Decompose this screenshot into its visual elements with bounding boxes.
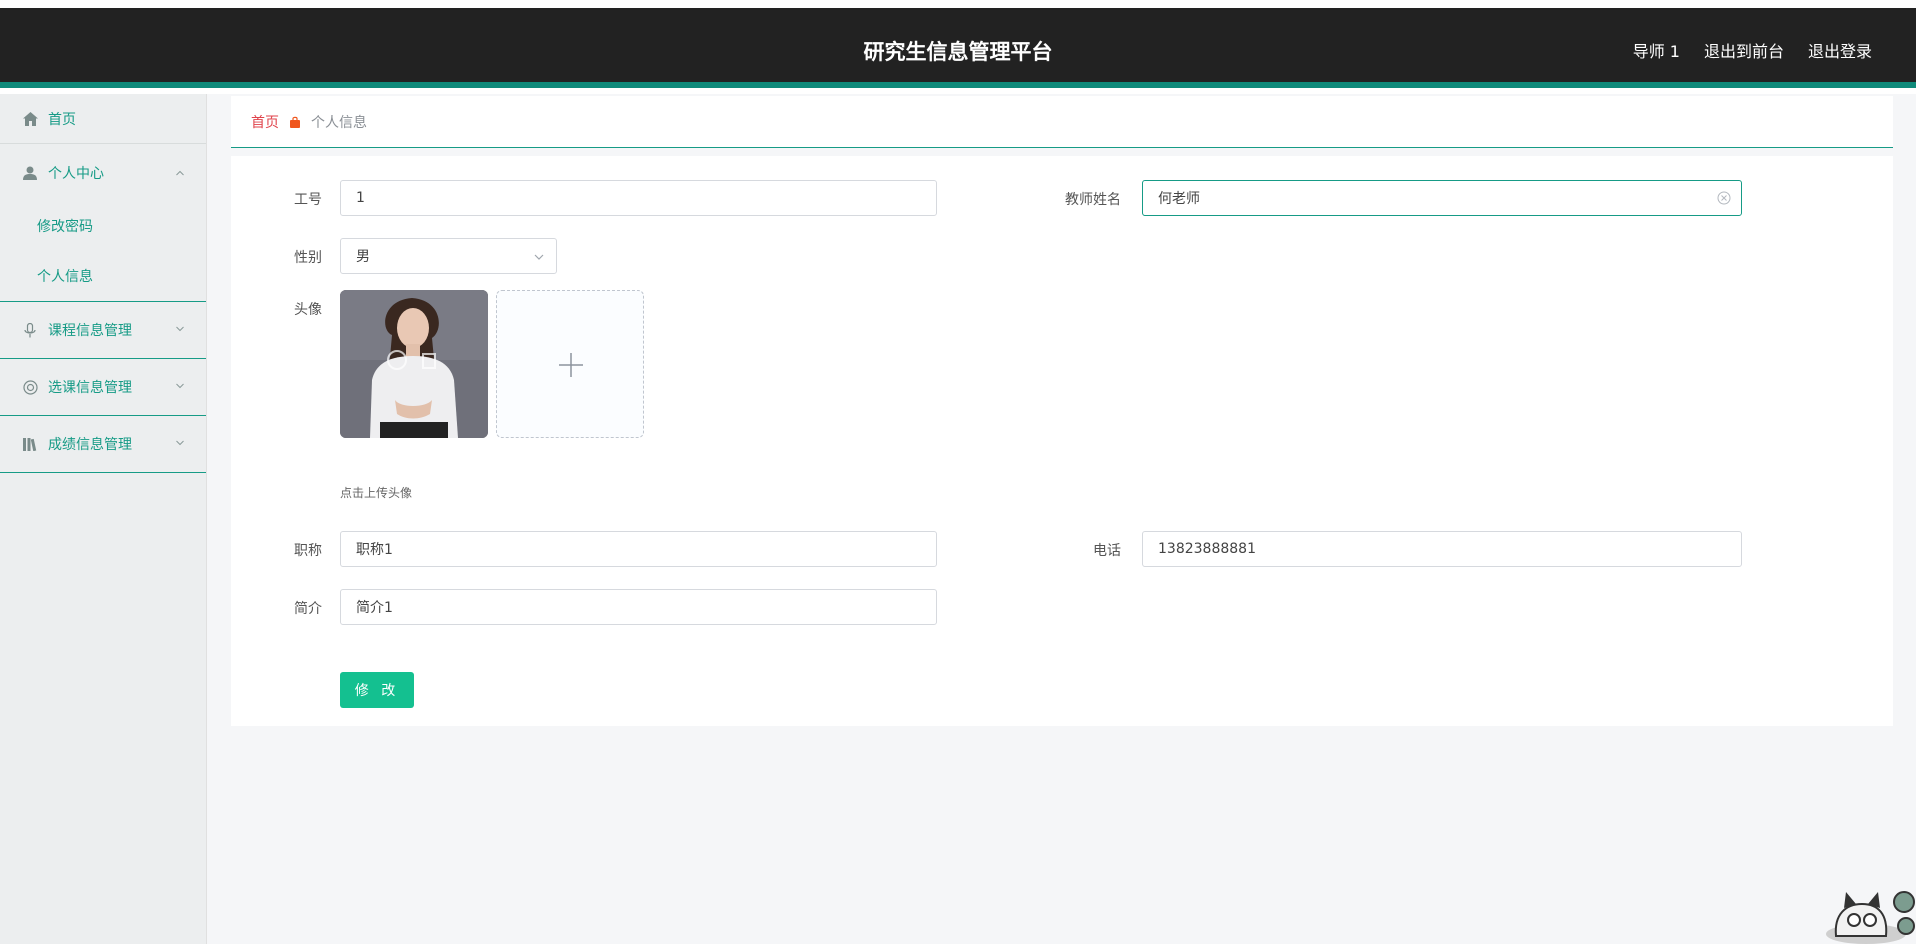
app-title: 研究生信息管理平台 [863,40,1053,64]
gender-value: 男 [356,249,370,265]
user-icon [22,165,38,181]
phone-label: 电话 [1093,543,1121,559]
gender-select[interactable]: 男 [340,238,557,274]
breadcrumb: 首页 个人信息 [231,96,1893,148]
chevron-down-icon [176,440,184,446]
intro-label: 简介 [294,601,322,617]
sidebar-item-label: 首页 [48,111,76,128]
sidebar-item-label: 成绩信息管理 [48,437,132,453]
cat-mascot-icon[interactable] [1806,874,1916,944]
work-id-field[interactable]: 1 [340,180,937,216]
phone-value: 13823888881 [1158,541,1256,557]
sidebar-item-selection-mgmt[interactable]: 选课信息管理 [0,359,206,416]
work-id-value: 1 [356,190,365,206]
teacher-photo [340,290,488,438]
teacher-name-label: 教师姓名 [1065,192,1121,208]
sidebar-item-change-password[interactable]: 修改密码 [0,201,206,251]
avatar-image[interactable] [340,290,488,438]
library-icon [22,436,38,452]
teacher-name-field[interactable]: 何老师 [1142,180,1742,216]
avatar-upload-tip: 点击上传头像 [340,486,413,500]
header-actions: 导师 1 退出到前台 退出登录 [1633,38,1872,62]
microphone-icon [22,322,38,338]
work-id-label: 工号 [294,192,322,208]
sidebar-item-grade-mgmt[interactable]: 成绩信息管理 [0,416,206,473]
sidebar-item-label: 个人中心 [48,165,104,182]
gender-label: 性别 [294,250,322,266]
sidebar-item-personal-center[interactable]: 个人中心 [0,144,206,201]
sidebar: 首页 个人中心 修改密码 个人信息 课程信息管理 选课信息管理 成绩信息管理 [0,94,207,944]
title-field[interactable]: 职称1 [340,531,937,567]
chevron-down-icon [176,326,184,332]
sidebar-subitem-label: 修改密码 [37,219,93,235]
title-value: 职称1 [356,542,393,558]
sidebar-item-home[interactable]: 首页 [0,94,206,144]
sidebar-item-personal-info[interactable]: 个人信息 [0,251,206,301]
intro-value: 简介1 [356,600,393,616]
avatar-upload-button[interactable] [496,290,644,438]
submit-button[interactable]: 修 改 [340,672,414,708]
bag-icon [290,116,300,128]
chevron-down-icon [176,383,184,389]
home-icon [22,111,38,127]
teacher-name-value: 何老师 [1158,191,1200,207]
chevron-down-icon [534,254,544,260]
lifebuoy-icon [22,379,38,395]
title-label: 职称 [294,543,322,559]
sidebar-item-label: 课程信息管理 [48,323,132,339]
main-content: 首页 个人信息 工号 1 教师姓名 何老师 性别 男 头像 点击上传头像 职称 … [207,94,1916,944]
current-user[interactable]: 导师 1 [1633,38,1680,62]
intro-field[interactable]: 简介1 [340,589,937,625]
logout-link[interactable]: 退出登录 [1808,38,1872,62]
sidebar-item-label: 选课信息管理 [48,380,132,396]
sidebar-item-course-mgmt[interactable]: 课程信息管理 [0,302,206,359]
avatar-label: 头像 [294,302,322,318]
breadcrumb-home[interactable]: 首页 [251,112,279,132]
top-strip [0,0,1916,8]
phone-field[interactable]: 13823888881 [1142,531,1742,567]
plus-icon [559,353,583,377]
exit-to-front-link[interactable]: 退出到前台 [1704,38,1784,62]
breadcrumb-current: 个人信息 [311,114,367,131]
chevron-up-icon [176,170,184,175]
clear-icon[interactable] [1717,191,1731,205]
profile-form: 工号 1 教师姓名 何老师 性别 男 头像 点击上传头像 职称 职称1 电话 1… [231,156,1893,726]
sidebar-subitem-label: 个人信息 [37,269,93,285]
sidebar-group-personal-center: 个人中心 修改密码 个人信息 [0,144,206,302]
top-header: 研究生信息管理平台 导师 1 退出到前台 退出登录 [0,8,1916,88]
